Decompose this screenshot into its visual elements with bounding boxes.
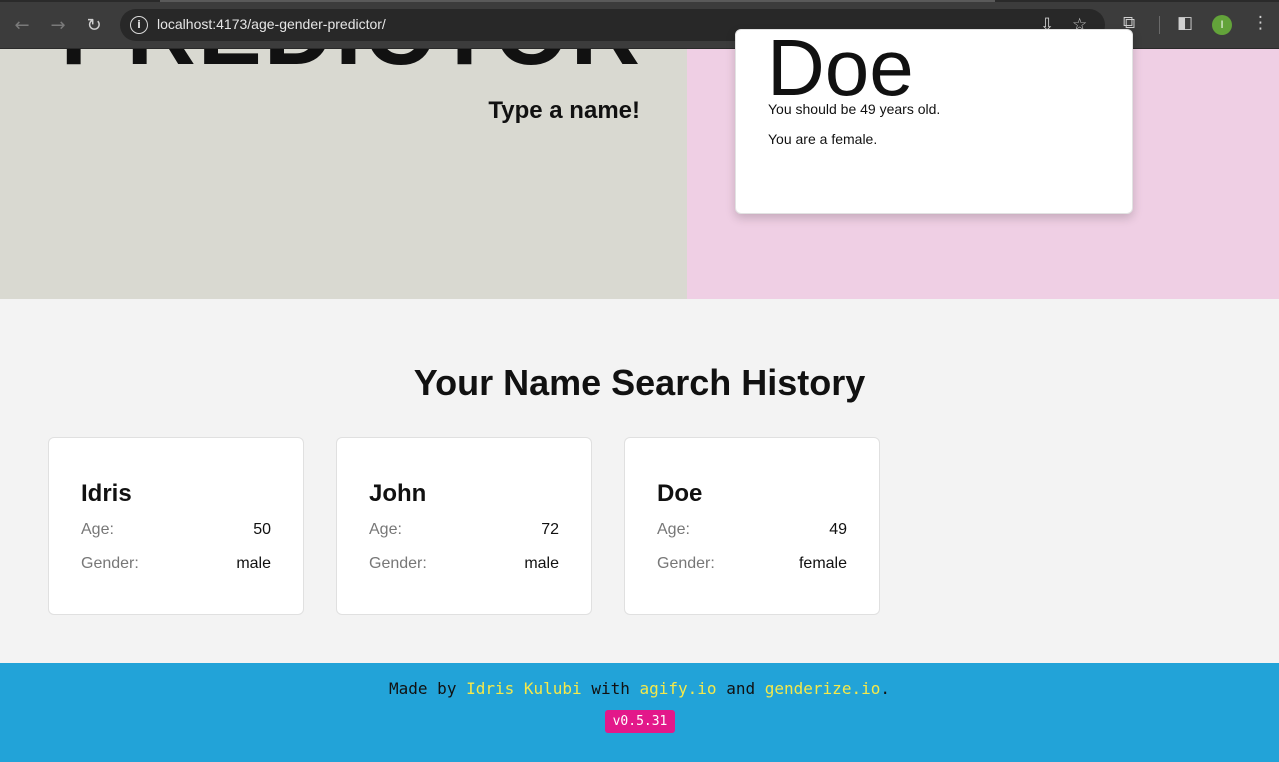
profile-avatar[interactable]: I (1212, 15, 1232, 35)
history-card-age-row: Age: 72 (369, 521, 559, 539)
gender-label: Gender: (369, 555, 427, 572)
history-card-name: Idris (81, 480, 132, 507)
history-card-age-row: Age: 49 (657, 521, 847, 539)
history-card-gender-row: Gender: male (369, 555, 559, 573)
footer: Made by Idris Kulubi with agify.io and g… (0, 663, 1279, 762)
url-text[interactable]: localhost:4173/age-gender-predictor/ (157, 16, 386, 32)
hero-subtitle: Type a name! (488, 97, 640, 124)
gender-label: Gender: (657, 555, 715, 572)
side-panel-icon[interactable]: ◧ (1177, 13, 1193, 33)
age-label: Age: (369, 521, 402, 538)
back-button[interactable]: ← (10, 13, 34, 37)
toolbar-divider (1159, 16, 1160, 34)
hero-input-panel: PREDICTOR Type a name! (0, 49, 687, 299)
result-age: You should be 49 years old. (768, 101, 941, 117)
tab-strip-edge (0, 0, 1279, 2)
gender-value: female (798, 555, 847, 572)
history-card-age-row: Age: 50 (81, 521, 271, 539)
active-tab-edge (160, 0, 995, 2)
history-card: Doe Age: 49 Gender: female (624, 437, 880, 615)
footer-and: and (726, 679, 756, 698)
author-link[interactable]: Idris Kulubi (466, 679, 582, 698)
more-menu-icon[interactable]: ⋮ (1252, 13, 1269, 33)
footer-made-by: Made by (389, 679, 457, 698)
gender-label: Gender: (81, 555, 139, 572)
history-card: Idris Age: 50 Gender: male (48, 437, 304, 615)
gender-value: male (236, 555, 271, 572)
history-card-name: John (369, 480, 427, 507)
age-value: 50 (253, 521, 271, 538)
history-card-gender-row: Gender: female (657, 555, 847, 573)
history-card-gender-row: Gender: male (81, 555, 271, 573)
agify-link[interactable]: agify.io (640, 679, 717, 698)
footer-with: with (591, 679, 630, 698)
history-card-name: Doe (657, 480, 703, 507)
reload-icon: ↻ (86, 14, 102, 36)
age-label: Age: (657, 521, 690, 538)
reload-button[interactable]: ↻ (82, 13, 106, 37)
history-card: John Age: 72 Gender: male (336, 437, 592, 615)
age-value: 72 (541, 521, 559, 538)
result-card: Doe You should be 49 years old. You are … (735, 23, 1133, 214)
hero-title: PREDICTOR (60, 49, 642, 87)
age-value: 49 (829, 521, 847, 538)
history-title: Your Name Search History (413, 362, 866, 403)
arrow-right-icon: → (50, 14, 66, 36)
footer-credits: Made by Idris Kulubi with agify.io and g… (0, 679, 1279, 698)
age-label: Age: (81, 521, 114, 538)
genderize-link[interactable]: genderize.io (765, 679, 881, 698)
hero-result-panel: Doe You should be 49 years old. You are … (687, 23, 1279, 299)
forward-button[interactable]: → (46, 13, 70, 37)
result-gender: You are a female. (768, 131, 878, 147)
arrow-left-icon: ← (14, 14, 30, 36)
version-badge: v0.5.31 (605, 710, 675, 733)
footer-period: . (880, 679, 890, 698)
gender-value: male (524, 555, 559, 572)
site-info-icon[interactable]: i (130, 16, 148, 34)
